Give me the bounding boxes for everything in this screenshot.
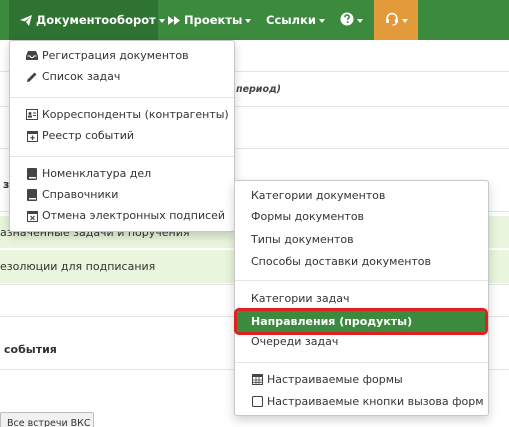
nav-projects-label: Проекты bbox=[184, 13, 243, 27]
nav-links[interactable]: Ссылки bbox=[266, 0, 326, 40]
nav-projects[interactable]: Проекты bbox=[168, 0, 254, 40]
inbox-icon bbox=[26, 50, 38, 62]
nav-links-label: Ссылки bbox=[266, 13, 316, 27]
menu-divider bbox=[235, 280, 488, 281]
menu-item-register-documents[interactable]: Регистрация документов bbox=[10, 45, 234, 66]
menu-item-label: Справочники bbox=[42, 188, 119, 201]
chevron-down-icon bbox=[401, 18, 408, 23]
checkbox-icon bbox=[251, 396, 263, 408]
pencil-icon bbox=[26, 71, 38, 83]
calendar-times-icon bbox=[26, 210, 38, 222]
menu-item-case-nomenclature[interactable]: Номенклатура дел bbox=[10, 163, 234, 184]
menu-item-custom-form-buttons[interactable]: Настраиваемые кнопки вызова форм bbox=[235, 391, 488, 412]
id-card-icon bbox=[26, 109, 38, 121]
menu-item-label: Очереди задач bbox=[251, 335, 339, 348]
menu-item-label: Список задач bbox=[42, 70, 121, 83]
menu-item-label: Категории задач bbox=[251, 292, 350, 305]
menu-item-document-types[interactable]: Типы документов bbox=[235, 229, 488, 250]
menu-item-label: Способы доставки документов bbox=[251, 255, 432, 268]
menu-item-correspondents[interactable]: Корреспонденты (контрагенты) bbox=[10, 104, 234, 125]
paper-plane-icon bbox=[20, 14, 32, 26]
book-icon bbox=[26, 188, 38, 201]
nav-documents-label: Документооборот bbox=[36, 13, 156, 27]
events-header: события bbox=[4, 343, 57, 356]
menu-item-label: Корреспонденты (контрагенты) bbox=[42, 108, 229, 121]
top-navbar: Документооборот Проекты Ссылки bbox=[0, 0, 509, 40]
menu-item-label: Типы документов bbox=[251, 233, 354, 246]
menu-item-task-list[interactable]: Список задач bbox=[10, 66, 234, 87]
nav-help[interactable] bbox=[340, 0, 366, 40]
headset-icon bbox=[385, 12, 399, 29]
menu-item-custom-forms[interactable]: Настраиваемые формы bbox=[235, 369, 488, 390]
vks-meetings-button[interactable]: Все встречи ВКС bbox=[0, 412, 94, 427]
menu-item-cancel-signatures[interactable]: Отмена электронных подписей bbox=[10, 205, 234, 226]
menu-divider bbox=[10, 156, 234, 157]
period-hint: период) bbox=[236, 84, 282, 95]
menu-item-label: Направления (продукты) bbox=[251, 315, 413, 328]
menu-item-label: Настраиваемые формы bbox=[267, 373, 403, 386]
question-circle-icon bbox=[340, 12, 354, 29]
menu-item-document-forms[interactable]: Формы документов bbox=[235, 206, 488, 227]
nav-support[interactable] bbox=[374, 0, 418, 40]
menu-item-label: Номенклатура дел bbox=[42, 167, 152, 180]
menu-item-label: Категории документов bbox=[251, 189, 386, 202]
menu-item-task-queues[interactable]: Очереди задач bbox=[235, 331, 488, 352]
documents-menu: Регистрация документов Список задач Корр… bbox=[9, 40, 235, 232]
chevron-down-icon bbox=[245, 18, 252, 23]
chevron-down-icon bbox=[318, 18, 325, 23]
nav-documents[interactable]: Документооборот bbox=[9, 0, 165, 40]
menu-item-directories[interactable]: Справочники bbox=[10, 184, 234, 205]
table-icon bbox=[251, 374, 263, 386]
menu-item-delivery-methods[interactable]: Способы доставки документов bbox=[235, 251, 488, 272]
book-icon bbox=[26, 167, 38, 180]
menu-item-label: Регистрация документов bbox=[42, 49, 189, 62]
menu-item-label: Реестр событий bbox=[42, 129, 135, 142]
links-menu: Категории документов Формы документов Ти… bbox=[234, 180, 489, 416]
menu-divider bbox=[10, 97, 234, 98]
menu-item-document-categories[interactable]: Категории документов bbox=[235, 185, 488, 206]
menu-divider bbox=[235, 362, 488, 363]
menu-item-events-registry[interactable]: Реестр событий bbox=[10, 125, 234, 146]
menu-item-directions-products[interactable]: Направления (продукты) bbox=[234, 308, 488, 335]
resolutions-row[interactable]: езолюции для подписания bbox=[0, 260, 155, 273]
chevron-down-icon bbox=[357, 18, 363, 23]
menu-item-label: Отмена электронных подписей bbox=[42, 209, 226, 222]
menu-item-label: Формы документов bbox=[251, 210, 365, 223]
menu-item-task-categories[interactable]: Категории задач bbox=[235, 288, 488, 309]
calendar-plus-icon bbox=[26, 130, 38, 142]
chevron-down-icon bbox=[158, 18, 165, 23]
fast-forward-icon bbox=[168, 15, 180, 25]
menu-item-label: Настраиваемые кнопки вызова форм bbox=[267, 395, 484, 408]
